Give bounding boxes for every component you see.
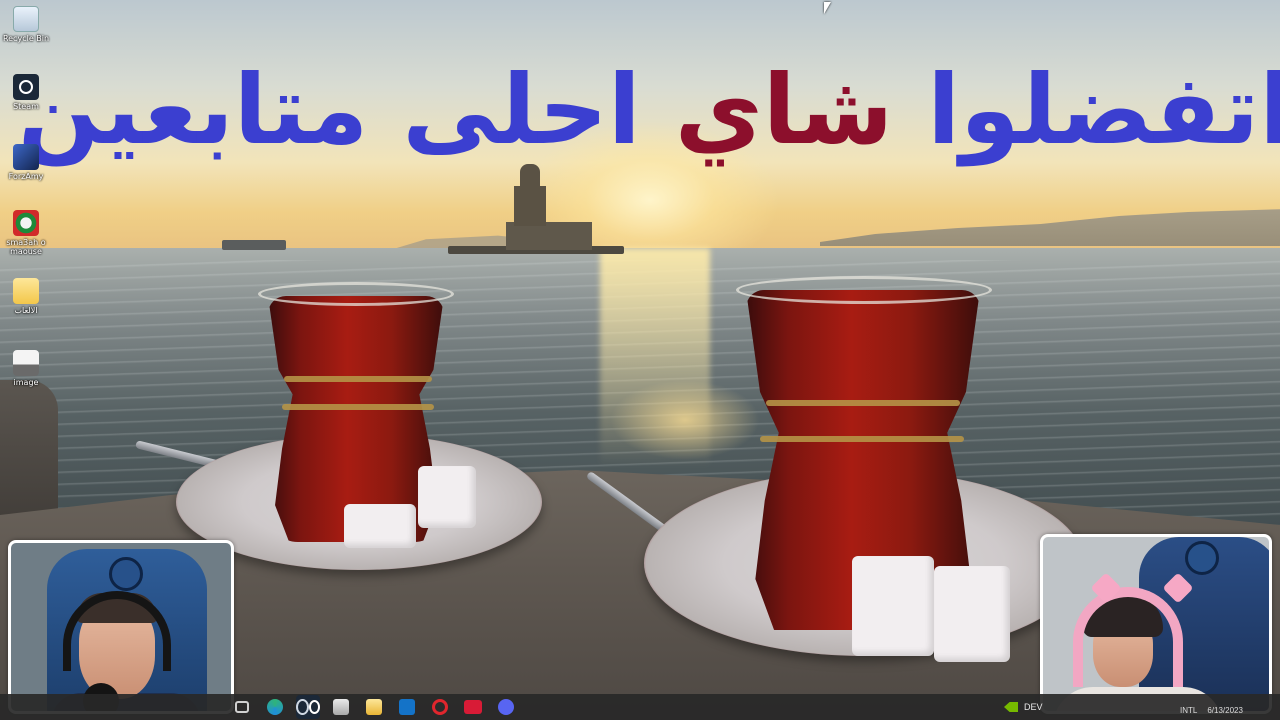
taskbar-steam[interactable] (296, 695, 320, 719)
edge-browser-icon (267, 699, 283, 715)
tea-glass-left-rim (258, 282, 454, 306)
desktop-icon-sma3ah-o-maouse[interactable]: sma3ah o maouse (2, 210, 50, 256)
tea-glass-right-rim (736, 276, 992, 304)
sugar-cube (934, 566, 1010, 662)
webcam-left (8, 540, 234, 714)
taskbar-opera-gx[interactable] (428, 695, 452, 719)
desktop-icon-label: الالعاب (14, 306, 38, 315)
taskbar-discord[interactable] (494, 695, 518, 719)
taskbar-microsoft-store[interactable] (329, 695, 353, 719)
opera-icon (432, 699, 448, 715)
wallpaper-tower-body (514, 186, 546, 226)
desktop-icon-label: Steam (13, 102, 39, 111)
task-view-icon (235, 701, 249, 713)
desktop-icon-steam[interactable]: Steam (2, 74, 50, 111)
tea-glass-left-gold-band (284, 376, 432, 382)
wallpaper-sun-reflection-low (610, 380, 760, 460)
wallpaper-tower-island (506, 222, 592, 250)
chair-logo-icon (1185, 541, 1219, 575)
desktop-icon-label: ForzAmy (8, 172, 44, 181)
folder-icon (366, 699, 382, 715)
desktop-icon-label: Recycle Bin (2, 34, 50, 43)
tea-glass-right-gold-band (766, 400, 960, 406)
tea-glass-right-gold-band-lower (760, 436, 964, 442)
store-icon (333, 699, 349, 715)
title-word-4: متابعين (17, 54, 369, 166)
taskbar-task-view[interactable] (230, 695, 254, 719)
forza-game-icon (13, 144, 39, 170)
folder-icon (13, 278, 39, 304)
taskbar-pinned-apps (230, 694, 518, 720)
sugar-cube (344, 504, 416, 548)
title-word-1: اتفضلوا (927, 54, 1280, 166)
title-word-2: شاي (674, 54, 894, 166)
desktop-icon-forzamy[interactable]: ForzAmy (2, 144, 50, 181)
taskbar-file-explorer[interactable] (362, 695, 386, 719)
discord-icon (498, 699, 514, 715)
desktop-icon-label: image (13, 378, 39, 387)
tray-label[interactable]: DEV (1024, 702, 1043, 712)
taskbar-outlook[interactable] (395, 695, 419, 719)
image-file-icon (13, 350, 39, 376)
desktop-icon-label: sma3ah o maouse (6, 238, 46, 256)
webcam-right (1040, 534, 1272, 714)
recycle-bin-icon (13, 6, 39, 32)
title-word-3: احلى (402, 54, 641, 166)
mouse-app-icon (13, 210, 39, 236)
tea-glass-left-gold-band-lower (282, 404, 434, 410)
system-tray: DEV (1004, 694, 1043, 720)
chair-logo-icon (109, 557, 143, 591)
clock-date: 6/13/2023 (1207, 706, 1243, 715)
clock-time: INTL (1180, 706, 1198, 715)
taskbar: DEV (0, 694, 1280, 720)
outlook-icon (399, 699, 415, 715)
taskbar-voicemod[interactable] (461, 695, 485, 719)
sugar-cube (852, 556, 934, 656)
desktop-icon-games-folder[interactable]: الالعاب (2, 278, 50, 315)
wallpaper-ship (222, 240, 286, 250)
nvidia-icon[interactable] (1004, 702, 1018, 712)
steam-icon (13, 74, 39, 100)
mouse-cursor-icon (824, 2, 831, 14)
steam-icon (296, 699, 309, 715)
stream-title-overlay: اتفضلوا شاي احلى متابعين (18, 40, 1280, 180)
cat-ear-headset-icon (1073, 587, 1183, 687)
desktop-icon-recycle-bin[interactable]: Recycle Bin (2, 6, 50, 43)
sugar-cube (418, 466, 476, 528)
taskbar-clock[interactable]: INTL 6/13/2023 (1180, 706, 1243, 715)
voicemod-icon (464, 700, 482, 714)
taskbar-edge[interactable] (263, 695, 287, 719)
desktop-icon-image[interactable]: image (2, 350, 50, 387)
